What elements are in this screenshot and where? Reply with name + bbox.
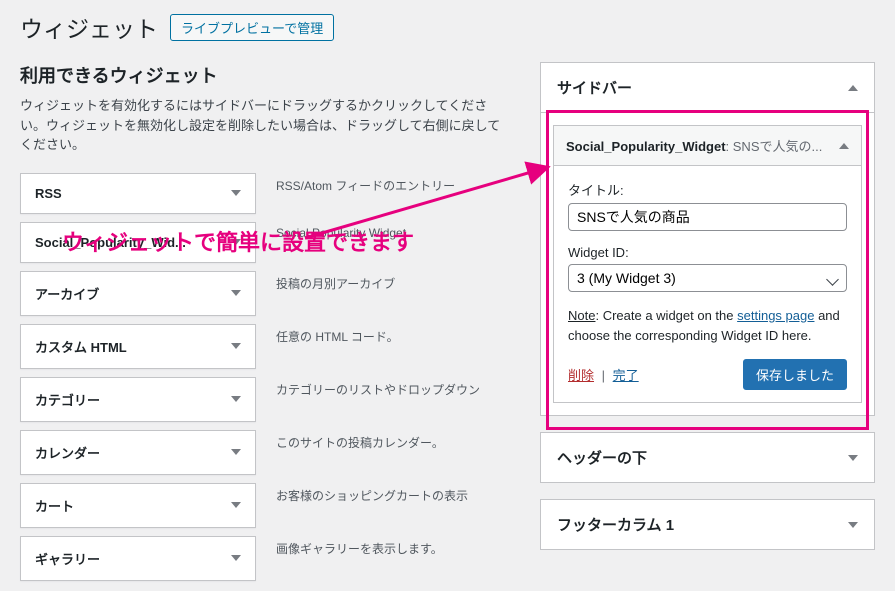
sidebar-area-sidebar: サイドバー Social_Popularity_Widget: SNSで人気の.… — [540, 62, 875, 416]
title-input[interactable] — [568, 203, 847, 231]
delete-link[interactable]: 削除 — [568, 368, 594, 383]
available-widget[interactable]: Social_Popularity_Wid... — [20, 222, 256, 263]
sidebar-area-title: ヘッダーの下 — [557, 447, 647, 468]
available-widgets-column: 利用できるウィジェット ウィジェットを有効化するにはサイドバーにドラッグするかク… — [20, 62, 510, 581]
widget-description: 投稿の月別アーカイブ — [274, 271, 510, 316]
sidebar-area-header[interactable]: ヘッダーの下 — [541, 433, 874, 482]
widget-instance-desc: SNSで人気の... — [733, 139, 823, 154]
widget-description: お客様のショッピングカートの表示 — [274, 483, 510, 528]
page-title: ウィジェット — [20, 10, 158, 44]
widget-description: Social Popularity Widget — [274, 222, 510, 263]
caret-down-icon — [231, 290, 241, 296]
widget-label: カート — [35, 496, 74, 515]
done-link[interactable]: 完了 — [613, 368, 639, 383]
live-preview-button[interactable]: ライブプレビューで管理 — [170, 14, 334, 41]
available-widgets-help: ウィジェットを有効化するにはサイドバーにドラッグするかクリックしてください。ウィ… — [20, 96, 510, 155]
caret-down-icon — [848, 455, 858, 461]
widget-instance-header[interactable]: Social_Popularity_Widget: SNSで人気の... — [554, 126, 861, 166]
sidebar-areas-column: サイドバー Social_Popularity_Widget: SNSで人気の.… — [540, 62, 875, 581]
widget-label: ギャラリー — [35, 549, 100, 568]
available-widget[interactable]: カート — [20, 483, 256, 528]
caret-down-icon — [231, 396, 241, 402]
widget-label: カテゴリー — [35, 390, 100, 409]
widget-label: カスタム HTML — [35, 337, 127, 356]
widget-label: RSS — [35, 186, 62, 201]
available-widgets-heading: 利用できるウィジェット — [20, 62, 510, 88]
caret-down-icon — [231, 449, 241, 455]
widget-description: RSS/Atom フィードのエントリー — [274, 173, 510, 214]
save-button[interactable]: 保存しました — [743, 359, 847, 390]
available-widget[interactable]: カテゴリー — [20, 377, 256, 422]
separator: | — [598, 368, 609, 383]
widget-description: 画像ギャラリーを表示します。 — [274, 536, 510, 581]
widget-form: タイトル: Widget ID: 3 (My Widget 3) Note: C… — [554, 166, 861, 402]
available-widget[interactable]: カスタム HTML — [20, 324, 256, 369]
widget-id-select[interactable]: 3 (My Widget 3) — [568, 264, 847, 292]
widget-instance-name: Social_Popularity_Widget — [566, 139, 726, 154]
settings-page-link[interactable]: settings page — [737, 308, 814, 323]
caret-down-icon — [231, 502, 241, 508]
available-widget[interactable]: ギャラリー — [20, 536, 256, 581]
widget-label: Social_Popularity_Wid... — [35, 235, 186, 250]
caret-up-icon — [848, 85, 858, 91]
caret-down-icon — [231, 239, 241, 245]
title-label: タイトル: — [568, 180, 847, 199]
widget-instance: Social_Popularity_Widget: SNSで人気の... タイト… — [553, 125, 862, 403]
available-widget[interactable]: カレンダー — [20, 430, 256, 475]
sidebar-area-header-below: ヘッダーの下 — [540, 432, 875, 483]
widget-note: Note: Create a widget on the settings pa… — [568, 306, 847, 345]
sidebar-area-header[interactable]: フッターカラム 1 — [541, 500, 874, 549]
caret-down-icon — [231, 190, 241, 196]
available-widget[interactable]: アーカイブ — [20, 271, 256, 316]
widget-label: カレンダー — [35, 443, 100, 462]
widget-description: カテゴリーのリストやドロップダウン — [274, 377, 510, 422]
caret-down-icon — [848, 522, 858, 528]
sidebar-area-header[interactable]: サイドバー — [541, 63, 874, 113]
widget-id-label: Widget ID: — [568, 245, 847, 260]
widget-label: アーカイブ — [35, 284, 99, 303]
sidebar-area-footer-1: フッターカラム 1 — [540, 499, 875, 550]
widget-description: 任意の HTML コード。 — [274, 324, 510, 369]
caret-up-icon — [839, 143, 849, 149]
sidebar-area-title: サイドバー — [557, 77, 632, 98]
widget-description: このサイトの投稿カレンダー。 — [274, 430, 510, 475]
caret-down-icon — [231, 343, 241, 349]
caret-down-icon — [231, 555, 241, 561]
available-widget[interactable]: RSS — [20, 173, 256, 214]
